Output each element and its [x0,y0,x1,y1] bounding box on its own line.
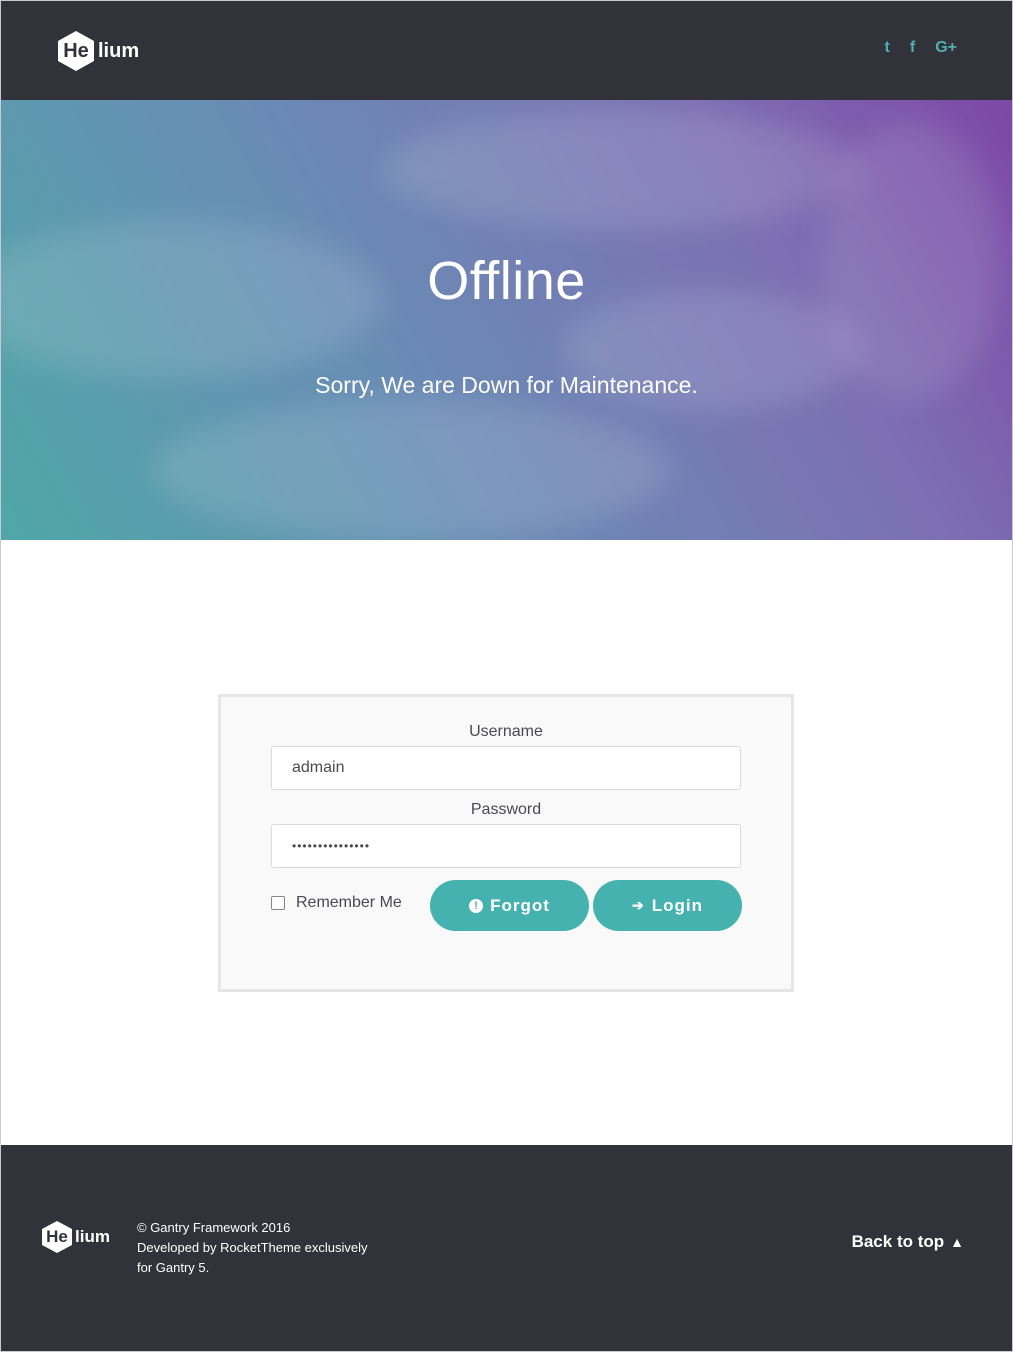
sign-in-icon: ➔ [632,897,645,913]
logo-hexagon-icon: He [58,31,94,71]
hero-banner: Offline Sorry, We are Down for Maintenan… [1,100,1012,540]
copyright-line: Developed by RocketTheme exclusively [137,1240,368,1255]
chevron-up-icon: ▲ [950,1234,964,1250]
copyright-line: for Gantry 5. [137,1260,210,1275]
forgot-button-label: Forgot [490,895,550,915]
remember-me-label: Remember Me [296,894,402,911]
login-button-label: Login [651,895,703,915]
logo-hexagon-icon: He [42,1221,72,1253]
site-header: He lium t f G+ [1,1,1012,100]
username-input[interactable]: admain [271,746,741,790]
page-title: Offline [427,251,586,311]
remember-me[interactable]: Remember Me [271,894,402,912]
social-links: t f G+ [885,39,957,57]
footer-logo[interactable]: He lium [42,1221,110,1253]
forgot-button[interactable]: ! Forgot [430,880,589,931]
twitter-icon[interactable]: t [885,39,890,57]
login-form: Username admain Password •••••••••••••••… [218,694,794,992]
password-label: Password [470,801,542,818]
site-footer: He lium © Gantry Framework 2016 Develope… [1,1145,1012,1351]
logo-text: lium [98,39,140,62]
exclamation-circle-icon: ! [469,898,484,913]
google-plus-icon[interactable]: G+ [935,39,957,57]
remember-me-checkbox[interactable] [271,896,285,910]
cloud-texture [151,400,671,540]
logo-mark-text: He [46,1227,68,1246]
logo-mark-text: He [63,39,89,62]
back-to-top-label: Back to top [851,1232,945,1251]
back-to-top-link[interactable]: Back to top ▲ [852,1232,964,1252]
site-logo[interactable]: He lium [58,31,139,71]
page-subtitle: Sorry, We are Down for Maintenance. [315,372,698,398]
password-input[interactable]: ••••••••••••••• [271,824,741,868]
copyright-text: © Gantry Framework 2016 Developed by Roc… [137,1218,368,1278]
login-button[interactable]: ➔ Login [593,880,742,931]
copyright-line: © Gantry Framework 2016 [137,1220,291,1235]
username-label: Username [469,723,543,740]
facebook-icon[interactable]: f [910,39,915,57]
logo-text: lium [75,1227,110,1246]
cloud-texture [381,110,861,230]
